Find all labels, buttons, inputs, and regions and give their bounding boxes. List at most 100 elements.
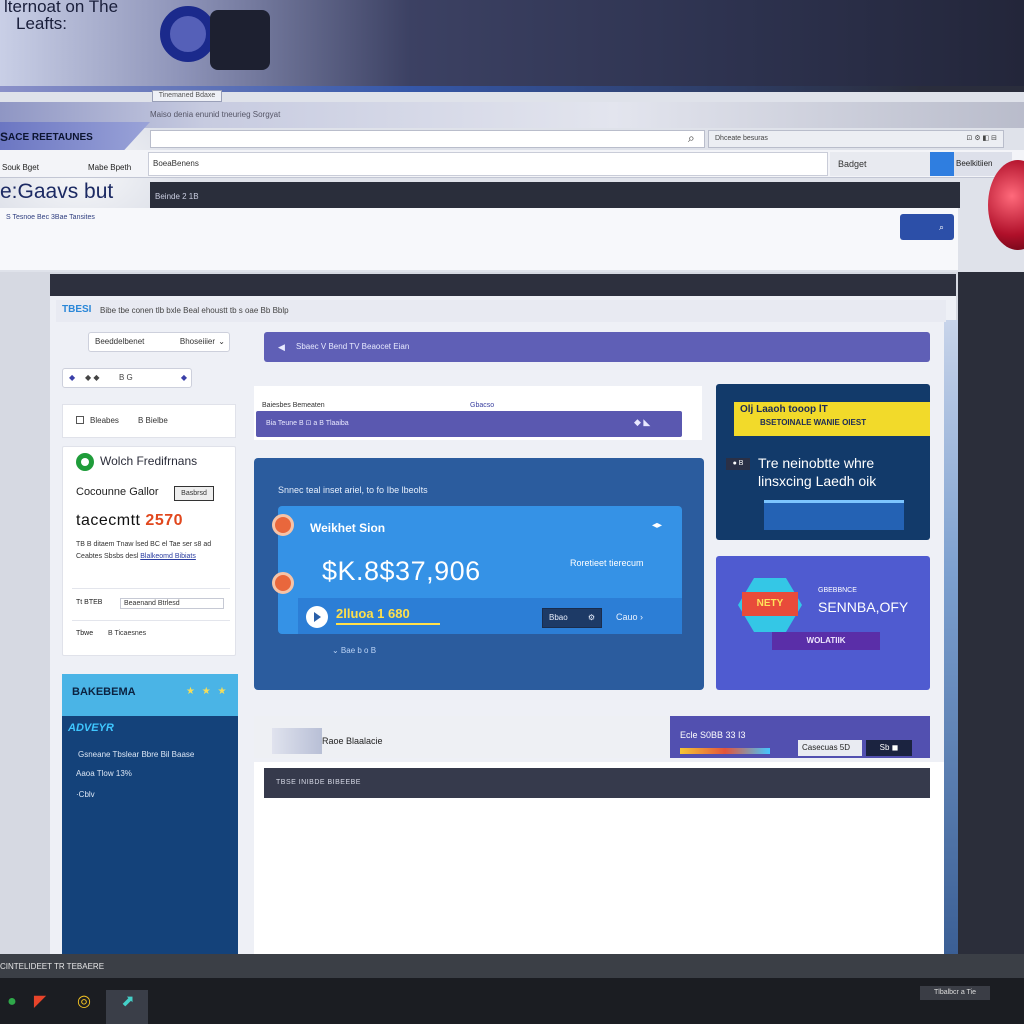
info-row-label-2: Tbwe <box>76 630 94 637</box>
breadcrumb-text: Bibe tbe conen tlb bxle Beal ehoustt tb … <box>100 306 289 315</box>
info-card-tag[interactable]: Basbrsd <box>174 486 214 501</box>
budget-field[interactable]: Badget <box>830 152 930 176</box>
app-icon-yellow[interactable]: ◎ <box>72 990 96 1014</box>
info-card-text: TB B ditaem Tnaw lsed BC el Tae ser s8 a… <box>76 539 226 563</box>
info-row-value-2: B Ticaesnes <box>108 630 147 637</box>
status-bar <box>0 954 1024 978</box>
info-card-metric-label: tacecmtt <box>76 512 141 529</box>
sub-card-icons[interactable]: ◆ ◣ <box>634 417 650 428</box>
info-card-metric: tacecmtt 2570 <box>76 512 183 530</box>
filter-dropdown-value: Bhoseiiier <box>179 337 215 346</box>
sub-card-bar[interactable]: Bia Teune B ⊡ a B Tlaaiba <box>256 411 682 437</box>
wallet-action-link[interactable]: Cauo › <box>616 612 643 622</box>
side-panel <box>62 674 238 954</box>
side-panel-title: BAKEBEMA <box>72 686 136 698</box>
pager-dots: ◆ ◆ <box>85 373 100 382</box>
promo-card-offer[interactable] <box>716 556 930 690</box>
back-icon[interactable]: ◀ <box>278 342 285 353</box>
taskbar <box>0 978 1024 1024</box>
color-swatch-button[interactable] <box>930 152 954 176</box>
info-card-metric-value: 2570 <box>145 512 184 529</box>
address-bar[interactable] <box>150 130 705 148</box>
hero-banner <box>0 0 1024 96</box>
info-row-label: Tt BTEB <box>76 599 103 606</box>
pager-prev-icon[interactable]: ◆ <box>69 369 75 387</box>
promo-card-title: Tre neinobtte whre linsxcing Laedh oik <box>758 454 876 490</box>
pager-next-icon[interactable]: ◆ <box>181 369 187 387</box>
wallet-action-label: 2lluoa 1 680 <box>336 606 410 621</box>
wallet-card-title: Weikhet Sion <box>310 521 386 535</box>
promo-card-banner-title: Olj Laaoh tooop lT <box>740 404 828 415</box>
info-row-field[interactable]: Beaenand Btrlesd <box>120 598 224 609</box>
promo-card-title-line2: linsxcing Laedh oik <box>758 473 877 489</box>
wallet-action-button-label: Bbao <box>549 613 568 622</box>
filter-label: Souk Bget <box>2 163 39 172</box>
address-toolbar[interactable]: Dhceate besuras ⊡ ⚙ ◧ ⊟ <box>708 130 1004 148</box>
offer-button[interactable]: WOLATIIK <box>772 632 880 650</box>
promo-color-bar <box>680 748 770 754</box>
list-header: TBSE INIBDE BIBEEBE <box>264 768 930 798</box>
offer-title: SENNBA,OFY <box>818 599 909 615</box>
pager[interactable]: ◆ ◆ ◆ B G ◆ <box>62 368 192 388</box>
status-dot-icon <box>76 453 94 471</box>
status-text: CINTELIDEET TR TEBAERE <box>0 962 105 971</box>
start-icon[interactable]: ● <box>0 990 24 1014</box>
hero-device-graphic <box>210 10 270 70</box>
page-headline-sub: S Tesnoe Bec 3Bae Tansites <box>6 214 95 221</box>
toolbar-icons[interactable]: ⊡ ⚙ ◧ ⊟ <box>967 131 997 147</box>
app-icon-red[interactable]: ◤ <box>28 990 52 1014</box>
search-button[interactable]: ⌕ <box>900 214 954 240</box>
filter-dropdown[interactable]: Beeddelbenet Bhoseiiier ⌄ <box>88 332 230 352</box>
promo-card-title-line1: Tre neinobtte whre <box>758 455 875 471</box>
carousel-arrows-icon[interactable]: ◂▸ <box>652 520 662 531</box>
wallet-action-button[interactable]: Bbao ⚙ <box>542 608 602 628</box>
info-card-row: Cocounne Gallor <box>76 486 159 498</box>
search-icon[interactable]: ⌕ <box>688 131 695 146</box>
app-logo[interactable]: TBESI <box>62 304 91 315</box>
sub-card-link[interactable]: Gbacso <box>470 402 494 409</box>
browser-tab[interactable]: Tinemaned Bdaxe <box>152 90 222 102</box>
wallet-card-note: Roretieet tierecum <box>570 558 644 568</box>
star-rating-icon: ★ ★ ★ <box>186 686 229 697</box>
side-panel-subtitle: ADVEYR <box>68 722 114 734</box>
top-nav-bar[interactable]: Sbaec V Bend TV Beaocet Eian <box>264 332 930 362</box>
window-titlebar[interactable] <box>50 274 956 298</box>
promo-card-screen <box>764 500 904 530</box>
hero-title-line2: Leafts: <box>16 14 68 33</box>
promo-icons[interactable]: Sb ◼ <box>866 740 912 756</box>
filter-input[interactable]: BoeaBenens <box>148 152 828 176</box>
play-icon[interactable] <box>306 606 328 628</box>
step-marker-icon <box>272 514 294 536</box>
info-bar-text: Beinde 2 1B <box>155 192 199 201</box>
divider <box>72 588 230 589</box>
highlight-underline <box>336 623 440 625</box>
info-card-link[interactable]: Blalkeomd Bibiats <box>140 553 196 560</box>
info-card-title: Wolch Fredifrnans <box>100 454 198 468</box>
hero-title: lternoat on The Leafts: <box>4 0 118 32</box>
filter-dropdown-label: Beeddelbenet <box>95 337 145 346</box>
info-bar <box>150 182 960 208</box>
gear-icon: ⚙ <box>587 613 595 622</box>
promo-button[interactable]: Casecuas 5D <box>798 740 862 756</box>
pager-label: B G <box>119 373 133 382</box>
promo-thumbnail <box>272 728 322 754</box>
hexagon-badge-label: NETY <box>742 592 798 616</box>
side-panel-line[interactable]: Gsneane Tbslear Bbre Bil Baase <box>78 750 194 759</box>
checkbox[interactable] <box>76 416 84 424</box>
side-panel-line[interactable]: ·Cblv <box>76 790 95 799</box>
site-badge-label: ACE REETAUNES <box>8 132 93 143</box>
checkbox-label: Bleabes <box>90 416 119 425</box>
promo-strip-right-text: Ecle S0BB 33 I3 <box>680 730 746 740</box>
side-panel-line[interactable]: Aaoa Tlow 13% <box>76 769 132 778</box>
step-marker-icon <box>272 572 294 594</box>
offer-kicker: GBEBBNCE <box>818 587 857 594</box>
app-icon-teal[interactable]: ⬈ <box>116 990 140 1014</box>
main-card-caption: Snnec teal inset ariel, to fo Ibe lbeolt… <box>278 485 428 495</box>
tab-strip-text: Maiso denia enunid tneurieg Sorgyat <box>150 110 281 119</box>
system-tray[interactable]: Tlbalbcr a Tie <box>920 986 990 1000</box>
divider <box>72 620 230 621</box>
live-chip: ● B <box>726 458 750 470</box>
site-logo-icon: S <box>0 130 9 144</box>
page-headline: e:Gaavs but <box>0 180 114 203</box>
main-card-footer[interactable]: ⌄ Bae b o B <box>332 646 376 655</box>
